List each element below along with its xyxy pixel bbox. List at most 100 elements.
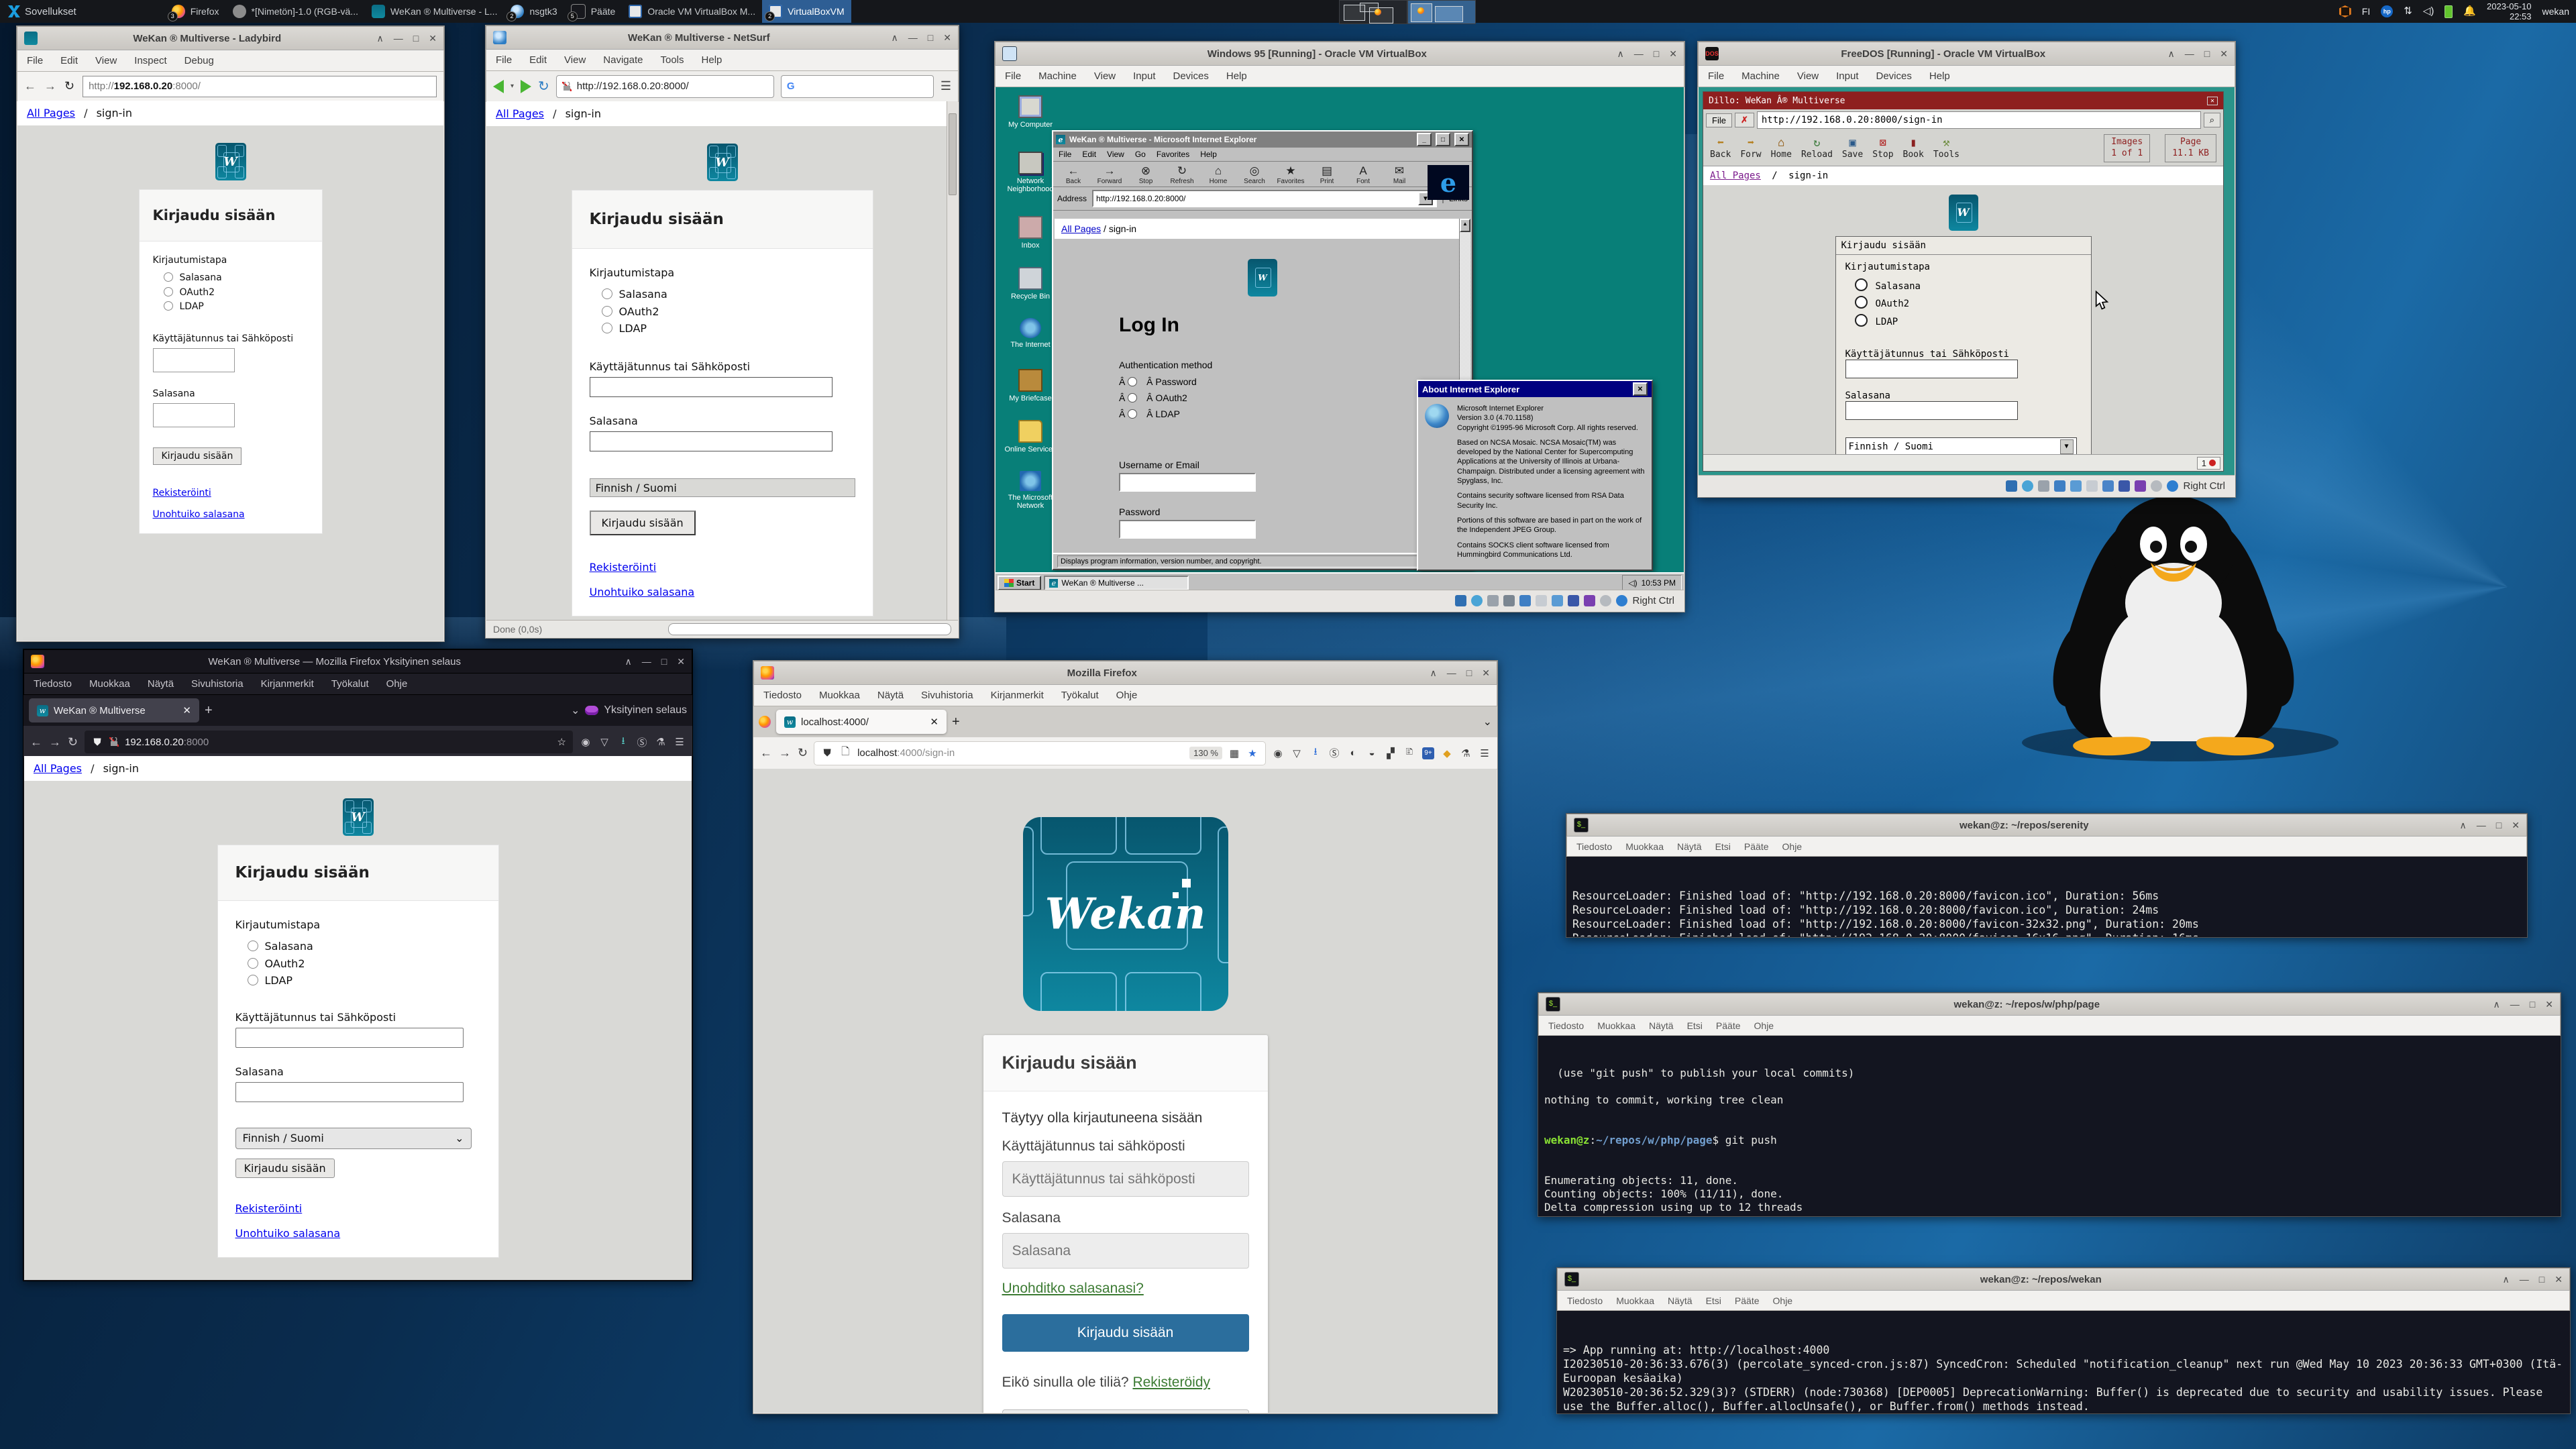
menu-item[interactable]: Etsi bbox=[1715, 841, 1731, 852]
shade-button[interactable]: ∧ bbox=[2503, 1274, 2510, 1285]
menu-item[interactable]: File bbox=[496, 54, 512, 66]
minimize-button[interactable]: — bbox=[2185, 48, 2194, 60]
menu-item[interactable]: Help bbox=[1200, 150, 1217, 159]
maximize-button[interactable]: □ bbox=[2496, 820, 2502, 831]
shade-button[interactable]: ∧ bbox=[2460, 820, 2467, 831]
menu-item[interactable]: Edit bbox=[529, 54, 547, 66]
menu-item[interactable]: Pääte bbox=[1716, 1020, 1741, 1031]
menu-item[interactable]: Input bbox=[1133, 70, 1155, 82]
menu-item[interactable]: Näytä bbox=[1649, 1020, 1674, 1031]
tab-close-icon[interactable]: ✕ bbox=[182, 704, 191, 716]
vertical-scrollbar[interactable] bbox=[947, 101, 958, 620]
ublock-origin-icon[interactable]: 9+ bbox=[1422, 747, 1434, 759]
radio-ldap[interactable] bbox=[248, 975, 258, 985]
maximize-button[interactable]: □ bbox=[1654, 48, 1659, 60]
minimize-button[interactable]: — bbox=[394, 33, 403, 44]
s-extension-icon[interactable]: Ⓢ bbox=[636, 736, 648, 748]
close-button[interactable]: ✕ bbox=[677, 656, 685, 667]
grid-extension-icon[interactable]: ▞ bbox=[1385, 747, 1397, 759]
privacy-badger-icon[interactable]: ◉ bbox=[1272, 747, 1284, 759]
menu-item[interactable]: View bbox=[1094, 70, 1116, 82]
menu-item[interactable]: Kirjanmerkit bbox=[991, 690, 1044, 701]
menu-item[interactable]: Help bbox=[1226, 70, 1247, 82]
privacy-possum-icon[interactable]: ◒ bbox=[1366, 747, 1378, 759]
ie-toolbar-button[interactable]: AFont bbox=[1346, 164, 1381, 185]
tray-app-icon[interactable] bbox=[2339, 5, 2351, 17]
terminal-output[interactable]: => App running at: http://localhost:4000… bbox=[1558, 1311, 2569, 1413]
menu-item[interactable]: Devices bbox=[1173, 70, 1209, 82]
menu-item[interactable]: Näytä bbox=[1677, 841, 1702, 852]
menu-item[interactable]: Etsi bbox=[1706, 1295, 1721, 1306]
terminal-output[interactable]: (use "git push" to publish your local co… bbox=[1539, 1036, 2560, 1216]
minimize-button[interactable]: _ bbox=[1417, 133, 1432, 146]
download-icon[interactable]: ⭳ bbox=[1309, 747, 1322, 759]
maximize-button[interactable]: □ bbox=[413, 33, 419, 44]
shade-button[interactable]: ∧ bbox=[892, 32, 898, 44]
clock[interactable]: 2023-05-10 22:53 bbox=[2487, 1, 2532, 21]
tab-wekan[interactable]: w WeKan ® Multiverse ✕ bbox=[29, 698, 199, 722]
reload-icon[interactable]: ↻ bbox=[64, 79, 74, 93]
maximize-button[interactable]: □ bbox=[2204, 48, 2210, 60]
username-input[interactable] bbox=[235, 1028, 464, 1048]
menu-item[interactable]: Näytä bbox=[1668, 1295, 1693, 1306]
radio-password[interactable] bbox=[1855, 278, 1868, 291]
back-icon[interactable] bbox=[493, 80, 504, 93]
terminal-titlebar[interactable]: $_ wekan@z: ~/repos/w/php/page ∧—□✕ bbox=[1538, 993, 2561, 1016]
ie-toolbar-button[interactable]: ⊗Stop bbox=[1128, 164, 1163, 185]
firefox-titlebar[interactable]: Mozilla Firefox ∧—□✕ bbox=[753, 661, 1497, 685]
menu-item[interactable]: Pääte bbox=[1735, 1295, 1760, 1306]
maximize-button[interactable]: □ bbox=[1436, 133, 1450, 146]
reader-grid-icon[interactable]: ▦ bbox=[1228, 747, 1240, 759]
password-input[interactable] bbox=[590, 431, 833, 451]
username-input[interactable] bbox=[153, 348, 235, 372]
highlighter-extension-icon[interactable]: ◆ bbox=[1441, 747, 1453, 759]
workspace-1[interactable] bbox=[1339, 0, 1407, 24]
language-select[interactable]: Finnish / Suomi⌄ bbox=[235, 1128, 472, 1149]
ie-toolbar-button[interactable]: ▤Print bbox=[1309, 164, 1344, 185]
register-link[interactable]: Rekisteröinti bbox=[590, 561, 657, 574]
shield-icon[interactable]: ⛊ bbox=[821, 747, 833, 759]
menu-item[interactable]: Help bbox=[1929, 70, 1950, 82]
vbox-titlebar[interactable]: DOS FreeDOS [Running] - Oracle VM Virtua… bbox=[1698, 42, 2235, 66]
search-icon[interactable]: ⌕ bbox=[2204, 113, 2220, 127]
toolbar-button-forward[interactable]: ➡Forw bbox=[1740, 136, 1761, 160]
signin-button[interactable]: Kirjaudu sisään bbox=[235, 1159, 335, 1178]
register-link[interactable]: Rekisteröidy bbox=[1132, 1375, 1210, 1390]
toolbar-button-reload[interactable]: ↻Reload bbox=[1801, 136, 1833, 160]
firefox-titlebar[interactable]: WeKan ® Multiverse — Mozilla Firefox Yks… bbox=[23, 649, 692, 674]
menu-item[interactable]: File bbox=[1708, 70, 1724, 82]
menu-item[interactable]: Inspect bbox=[134, 55, 166, 66]
new-tab-button[interactable]: + bbox=[205, 703, 213, 718]
clear-url-icon[interactable]: ✗ bbox=[1735, 113, 1754, 127]
menu-item[interactable]: Edit bbox=[1082, 150, 1096, 159]
url-bar[interactable]: ⛊ 🗋 localhost:4000/sign-in 130 % ▦ ★ bbox=[814, 742, 1265, 765]
taskbar-button-firefox[interactable]: 3 Firefox bbox=[165, 0, 226, 23]
menu-item[interactable]: File bbox=[1059, 150, 1071, 159]
menu-item[interactable]: Tiedosto bbox=[763, 690, 802, 701]
maximize-button[interactable]: □ bbox=[661, 656, 667, 667]
menu-item[interactable]: Sivuhistoria bbox=[921, 690, 973, 701]
password-input[interactable] bbox=[1119, 520, 1256, 539]
battery-icon[interactable] bbox=[2445, 5, 2453, 18]
menu-item[interactable]: Favorites bbox=[1157, 150, 1189, 159]
menu-item[interactable]: Input bbox=[1836, 70, 1858, 82]
radio-password[interactable] bbox=[1128, 377, 1137, 386]
address-input[interactable]: http://192.168.0.20:8000/▼ bbox=[1092, 190, 1437, 207]
ie-toolbar-button[interactable]: ◎Search bbox=[1237, 164, 1272, 185]
close-button[interactable]: ✕ bbox=[2512, 820, 2520, 831]
minimize-button[interactable]: — bbox=[2510, 999, 2520, 1010]
menu-item[interactable]: Ohje bbox=[1754, 1020, 1774, 1031]
menu-item[interactable]: Ohje bbox=[1773, 1295, 1793, 1306]
radio-password[interactable] bbox=[164, 272, 173, 282]
username-input[interactable] bbox=[590, 377, 833, 397]
menu-item[interactable]: Edit bbox=[60, 55, 78, 66]
toolbar-button-back[interactable]: ⬅Back bbox=[1710, 136, 1731, 160]
terminal-titlebar[interactable]: $_ wekan@z: ~/repos/serenity ∧—□✕ bbox=[1566, 814, 2527, 837]
tab-localhost[interactable]: w localhost:4000/ ✕ bbox=[776, 710, 947, 734]
reload-icon[interactable]: ↻ bbox=[538, 78, 549, 95]
forward-icon[interactable]: → bbox=[779, 746, 791, 760]
close-button[interactable]: ✕ bbox=[1633, 382, 1648, 396]
ie-toolbar-button[interactable]: ✉Mail bbox=[1382, 164, 1417, 185]
menu-item[interactable]: Etsi bbox=[1687, 1020, 1703, 1031]
menu-item[interactable]: Tiedosto bbox=[1567, 1295, 1603, 1306]
